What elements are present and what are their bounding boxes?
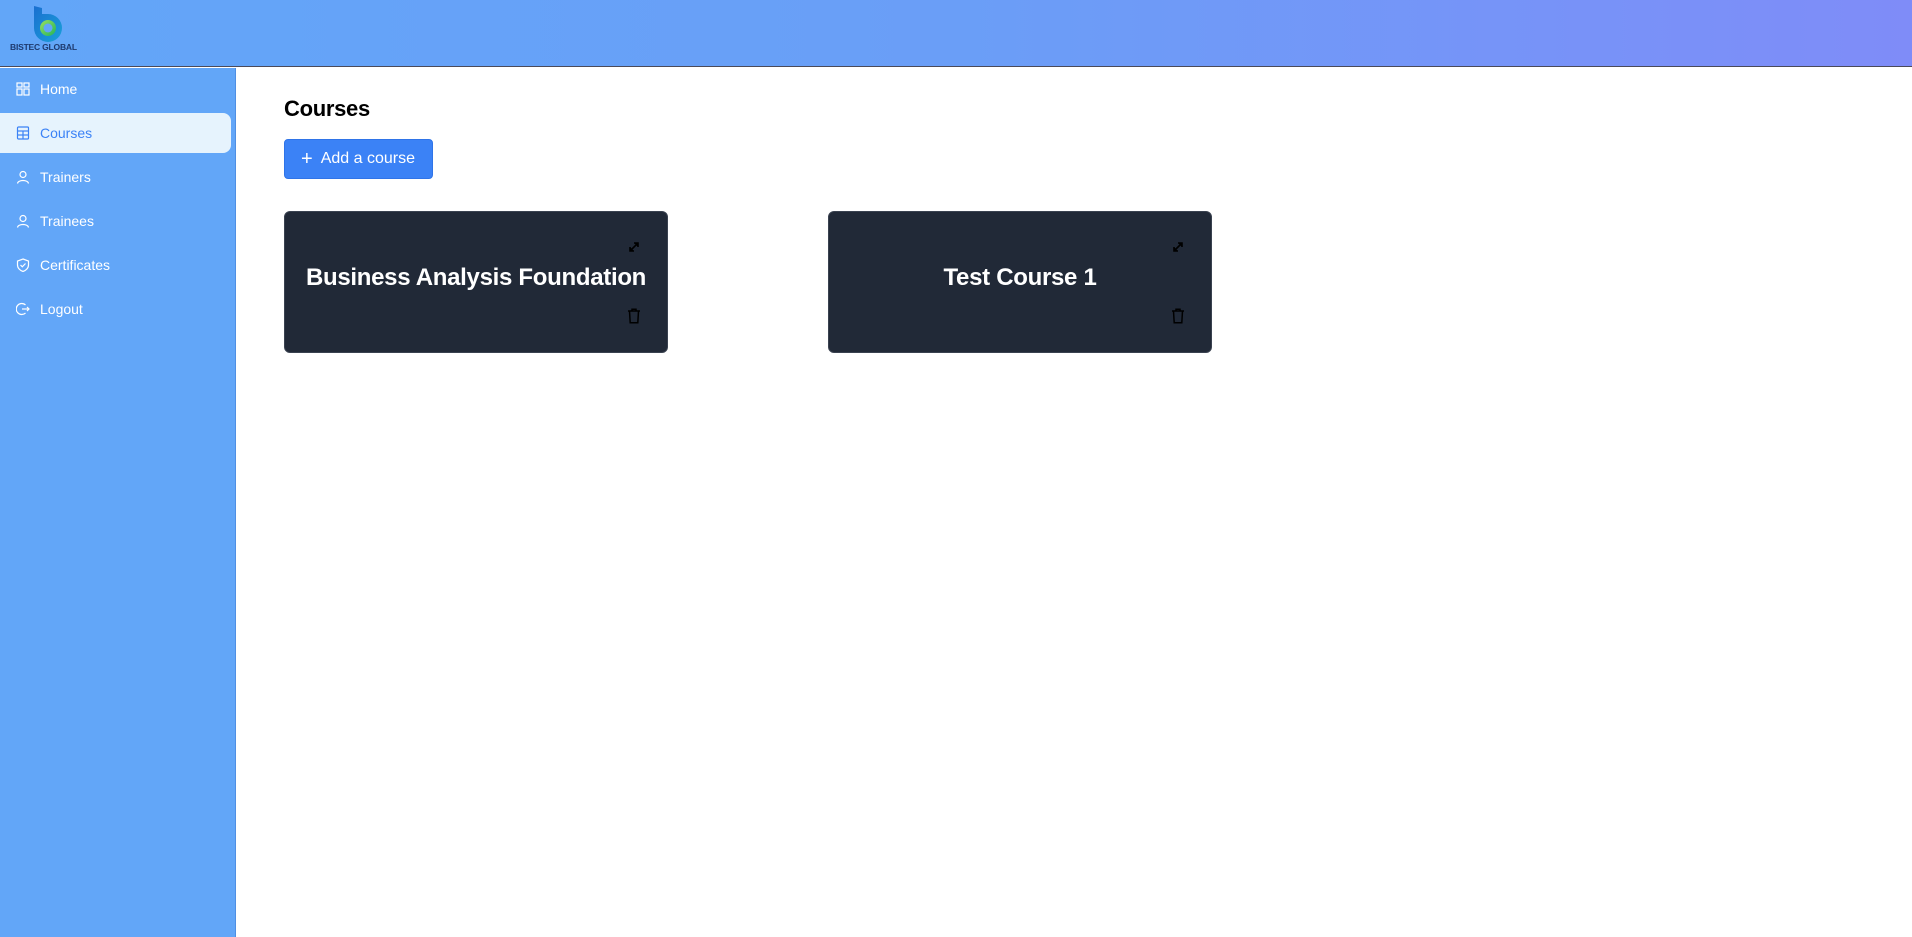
sidebar-item-label: Trainees: [40, 213, 94, 229]
course-card[interactable]: Business Analysis Foundation: [284, 211, 668, 353]
grid-icon: [16, 82, 30, 96]
plus-icon: +: [301, 148, 313, 170]
expand-icon[interactable]: [1171, 240, 1185, 254]
sidebar-item-logout[interactable]: Logout: [0, 289, 231, 329]
sidebar-item-label: Trainers: [40, 169, 91, 185]
trash-icon[interactable]: [627, 308, 641, 324]
sidebar-item-label: Certificates: [40, 257, 111, 273]
logo-mark-icon: [34, 6, 62, 42]
logo-text: BISTEC GLOBAL: [10, 42, 77, 52]
shield-check-icon: [16, 258, 30, 272]
sidebar-item-certificates[interactable]: Certificates: [0, 245, 231, 285]
sidebar-item-trainers[interactable]: Trainers: [0, 157, 231, 197]
top-header: BISTEC GLOBAL: [0, 0, 1912, 67]
course-card[interactable]: Test Course 1: [828, 211, 1212, 353]
sidebar-item-label: Courses: [40, 125, 93, 141]
course-title: Test Course 1: [943, 264, 1097, 291]
bistec-logo[interactable]: BISTEC GLOBAL: [8, 4, 80, 60]
user-icon: [16, 170, 30, 184]
add-course-button[interactable]: + Add a course: [284, 139, 433, 179]
sidebar-item-home[interactable]: Home: [0, 69, 231, 109]
add-course-label: Add a course: [320, 150, 415, 167]
sidebar-item-label: Home: [40, 81, 78, 97]
sidebar-item-courses[interactable]: Courses: [0, 113, 231, 153]
user-icon: [16, 214, 30, 228]
main-content: Courses + Add a course Business Analysis…: [284, 96, 1212, 353]
trash-icon[interactable]: [1171, 308, 1185, 324]
logout-icon: [16, 302, 30, 316]
page-title: Courses: [284, 96, 370, 121]
sidebar-item-label: Logout: [40, 301, 83, 317]
sidebar-item-trainees[interactable]: Trainees: [0, 201, 231, 241]
expand-icon[interactable]: [627, 240, 641, 254]
course-title: Business Analysis Foundation: [305, 264, 647, 291]
calculator-icon: [16, 126, 30, 140]
sidebar: Home Courses Trainers Trainees Certifica…: [0, 68, 236, 937]
